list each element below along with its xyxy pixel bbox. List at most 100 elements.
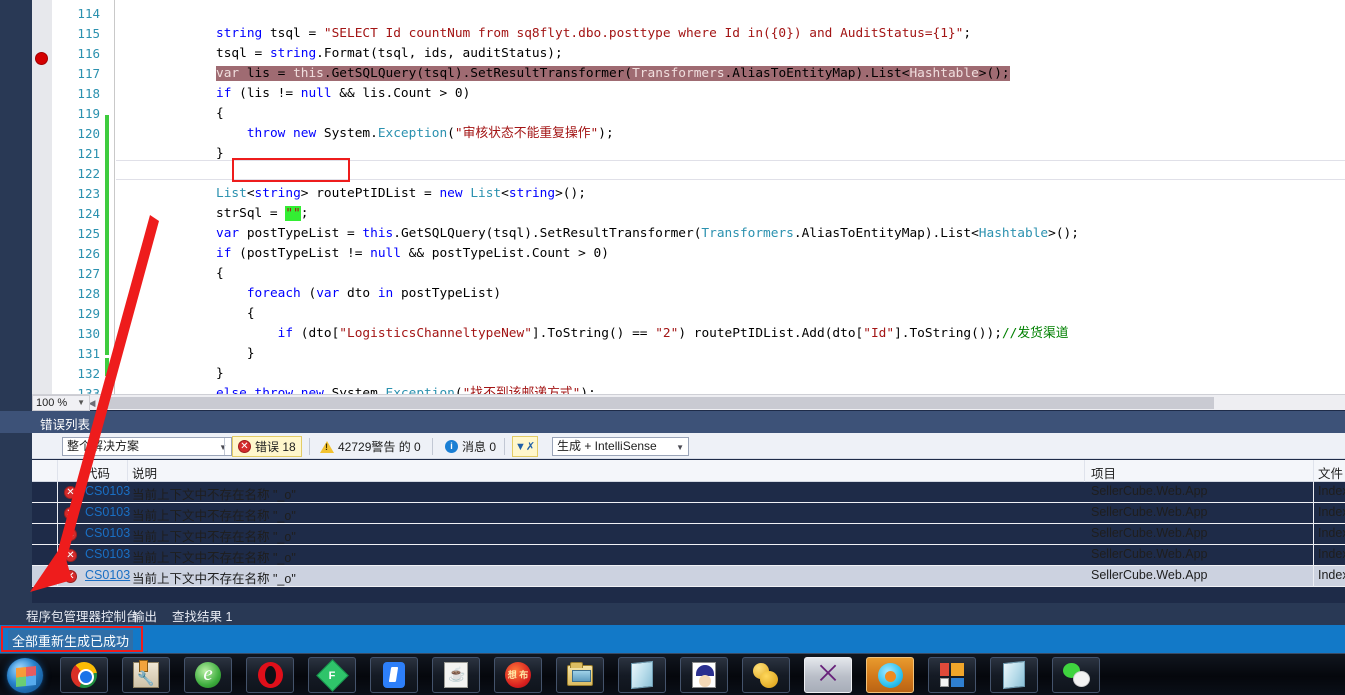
- column-divider[interactable]: [57, 460, 58, 482]
- table-row[interactable]: ✕ CS0103 当前上下文中不存在名称 "_o" SellerCube.Web.Ap…: [32, 482, 1345, 503]
- tab-find-results[interactable]: 查找结果 1: [172, 606, 232, 625]
- taskbar-button-13[interactable]: [866, 657, 914, 693]
- taskbar-button-9[interactable]: [618, 657, 666, 693]
- column-divider[interactable]: [1313, 460, 1314, 482]
- error-code-link[interactable]: CS0103: [85, 568, 130, 582]
- taskbar-button-2[interactable]: [184, 657, 232, 693]
- clear-filter-button[interactable]: ▼✗: [512, 436, 538, 457]
- error-code-link[interactable]: CS0103: [85, 484, 130, 498]
- line-number: 129: [77, 306, 100, 321]
- police-avatar-icon: [692, 662, 716, 688]
- code-line[interactable]: {: [116, 304, 1345, 324]
- column-header-project[interactable]: 项目: [1091, 463, 1116, 482]
- code-line[interactable]: {: [116, 264, 1345, 284]
- code-token: && lis.Count > 0): [331, 86, 471, 101]
- code-line[interactable]: var postTypeList = this.GetSQLQuery(tsql…: [116, 224, 1345, 244]
- code-text-area[interactable]: string tsql = "SELECT Id countNum from s…: [116, 0, 1345, 394]
- taskbar-button-15[interactable]: [990, 657, 1038, 693]
- code-token: ].ToString() ==: [531, 326, 656, 341]
- code-token: }: [216, 146, 224, 161]
- code-token: >();: [978, 66, 1010, 81]
- tab-output[interactable]: 输出: [132, 606, 157, 625]
- breakpoint-icon[interactable]: [35, 52, 48, 65]
- code-line[interactable]: var lis = this.GetSQLQuery(tsql).SetResu…: [116, 64, 1345, 84]
- grid-quadrant: [951, 678, 964, 687]
- taskbar-button-0[interactable]: [60, 657, 108, 693]
- code-line[interactable]: {: [116, 104, 1345, 124]
- editor-indicator-margin[interactable]: [32, 0, 52, 394]
- code-line[interactable]: List<string> routePtIDList = new List<st…: [116, 184, 1345, 204]
- column-header-description[interactable]: 说明: [132, 463, 157, 482]
- error-code-link[interactable]: CS0103: [85, 505, 130, 519]
- code-line[interactable]: }: [116, 344, 1345, 364]
- code-line[interactable]: if (dto["LogisticsChanneltypeNew"].ToStr…: [116, 324, 1345, 344]
- taskbar-button-1[interactable]: [122, 657, 170, 693]
- taskbar-button-11[interactable]: [742, 657, 790, 693]
- scope-filter-combo[interactable]: 整个解决方案 ▼: [62, 437, 232, 456]
- column-divider[interactable]: [127, 460, 128, 482]
- code-line[interactable]: if (postTypeList != null && postTypeList…: [116, 244, 1345, 264]
- code-token: }: [216, 346, 255, 361]
- code-line[interactable]: foreach (var dto in postTypeList): [116, 284, 1345, 304]
- code-line[interactable]: string tsql = "SELECT Id countNum from s…: [116, 24, 1345, 44]
- code-line[interactable]: throw new System.Exception("审核状态不能重复操作")…: [116, 124, 1345, 144]
- line-number: 122: [77, 166, 100, 181]
- column-header-code[interactable]: 代码: [85, 463, 110, 482]
- error-list-rows[interactable]: ✕ CS0103 当前上下文中不存在名称 "_o" SellerCube.Web.Ap…: [32, 482, 1345, 597]
- code-line[interactable]: tsql = string.Format(tsql, ids, auditSta…: [116, 44, 1345, 64]
- code-token: strSql =: [216, 206, 286, 221]
- taskbar-button-16[interactable]: [1052, 657, 1100, 693]
- taskbar-button-14[interactable]: [928, 657, 976, 693]
- column-divider[interactable]: [1084, 460, 1085, 482]
- onenote-icon: [631, 660, 653, 690]
- code-editor[interactable]: 114 115 116 117 118 119 120 121 122 123 124 125 126 1…: [32, 0, 1345, 394]
- line-number: 130: [77, 326, 100, 341]
- scope-filter-value: 整个解决方案: [67, 439, 140, 453]
- error-file: Index.a: [1318, 568, 1345, 582]
- line-number: 118: [77, 86, 100, 101]
- tab-package-manager-console[interactable]: 程序包管理器控制台: [26, 606, 139, 625]
- code-token: System.: [323, 386, 386, 394]
- table-row[interactable]: ✕ CS0103 当前上下文中不存在名称 "_o" SellerCube.Web.Ap…: [32, 524, 1345, 545]
- table-row[interactable]: ✕ CS0103 当前上下文中不存在名称 "_o" SellerCube.Web.Ap…: [32, 503, 1345, 524]
- code-token: );: [580, 386, 596, 394]
- taskbar-button-5[interactable]: [370, 657, 418, 693]
- taskbar-button-10[interactable]: [680, 657, 728, 693]
- code-line[interactable]: [116, 4, 1345, 24]
- error-code-link[interactable]: CS0103: [85, 526, 130, 540]
- taskbar-button-8[interactable]: [556, 657, 604, 693]
- error-project: SellerCube.Web.App: [1091, 484, 1208, 498]
- code-token: ;: [963, 26, 972, 41]
- column-header-file[interactable]: 文件: [1318, 463, 1343, 482]
- code-token: .GetSQLQuery(tsql).SetResultTransformer(: [393, 226, 702, 241]
- error-count-toggle[interactable]: ✕ 错误 18: [232, 436, 302, 457]
- info-icon: i: [445, 440, 458, 453]
- code-token: //发货渠道: [1001, 326, 1069, 341]
- error-code-link[interactable]: CS0103: [85, 547, 130, 561]
- code-line[interactable]: }: [116, 364, 1345, 384]
- start-button-icon[interactable]: [6, 657, 44, 694]
- taskbar-button-12[interactable]: ⨉: [804, 657, 852, 693]
- table-row[interactable]: ✕ CS0103 当前上下文中不存在名称 "_o" SellerCube.Web.Ap…: [32, 545, 1345, 566]
- warning-count-toggle[interactable]: 42729警告 的 0: [315, 436, 426, 457]
- error-project: SellerCube.Web.App: [1091, 568, 1208, 582]
- line-number: 121: [77, 146, 100, 161]
- code-line[interactable]: if (lis != null && lis.Count > 0): [116, 84, 1345, 104]
- error-list-titlebar[interactable]: [0, 411, 1345, 433]
- code-line[interactable]: else throw new System.Exception("找不到该邮递方…: [116, 384, 1345, 394]
- taskbar-button-4[interactable]: F: [308, 657, 356, 693]
- taskbar-button-6[interactable]: [432, 657, 480, 693]
- chevron-down-icon[interactable]: ▼: [77, 396, 85, 410]
- message-count-toggle[interactable]: i 消息 0: [440, 436, 501, 457]
- editor-horizontal-scrollbar[interactable]: ◀: [32, 394, 1345, 410]
- scrollbar-thumb[interactable]: [102, 397, 1214, 409]
- chevron-down-icon[interactable]: ▼: [676, 439, 684, 456]
- table-row[interactable]: ✕ CS0103 当前上下文中不存在名称 "_o" SellerCube.Web.Ap…: [32, 566, 1345, 587]
- taskbar-button-7[interactable]: 想 布: [494, 657, 542, 693]
- zoom-level-combo[interactable]: 100 % ▼: [32, 395, 90, 411]
- build-filter-combo[interactable]: 生成 + IntelliSense ▼: [552, 437, 689, 456]
- error-file: Index.a: [1318, 505, 1345, 519]
- code-line[interactable]: strSql = "";: [116, 204, 1345, 224]
- taskbar-button-3[interactable]: [246, 657, 294, 693]
